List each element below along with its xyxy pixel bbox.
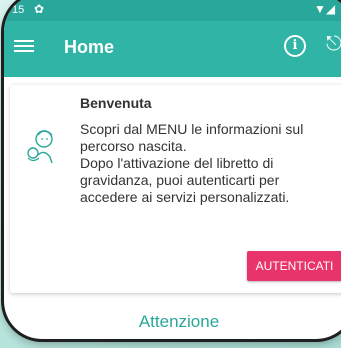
logout-icon[interactable]: ⎋ [326, 33, 341, 56]
welcome-message: Scopri dal MENU le informazioni sul perc… [80, 121, 338, 206]
hamburger-menu-icon[interactable] [14, 37, 34, 57]
phone-screen: 15 ✿ ▼◢ Home i ⎋ Benvenuta Scopri dal ME… [4, 0, 341, 339]
authenticate-button[interactable]: AUTENTICATI [247, 251, 341, 281]
welcome-line-2: Dopo l'attivazione del libretto di gravi… [80, 155, 290, 205]
app-bar: Home i ⎋ [4, 21, 341, 77]
status-time: 15 [12, 4, 25, 16]
wifi-signal-icon: ▼◢ [314, 2, 336, 16]
status-bar: 15 ✿ ▼◢ [4, 0, 341, 21]
page-title: Home [64, 37, 115, 57]
gear-icon: ✿ [34, 2, 45, 16]
info-icon[interactable]: i [284, 35, 306, 57]
welcome-heading: Benvenuta [80, 95, 152, 111]
attention-section-title: Attenzione [138, 312, 220, 331]
welcome-line-1: Scopri dal MENU le informazioni sul perc… [80, 121, 304, 154]
mother-baby-icon [27, 130, 53, 164]
welcome-card: Benvenuta Scopri dal MENU le informazion… [10, 85, 341, 293]
